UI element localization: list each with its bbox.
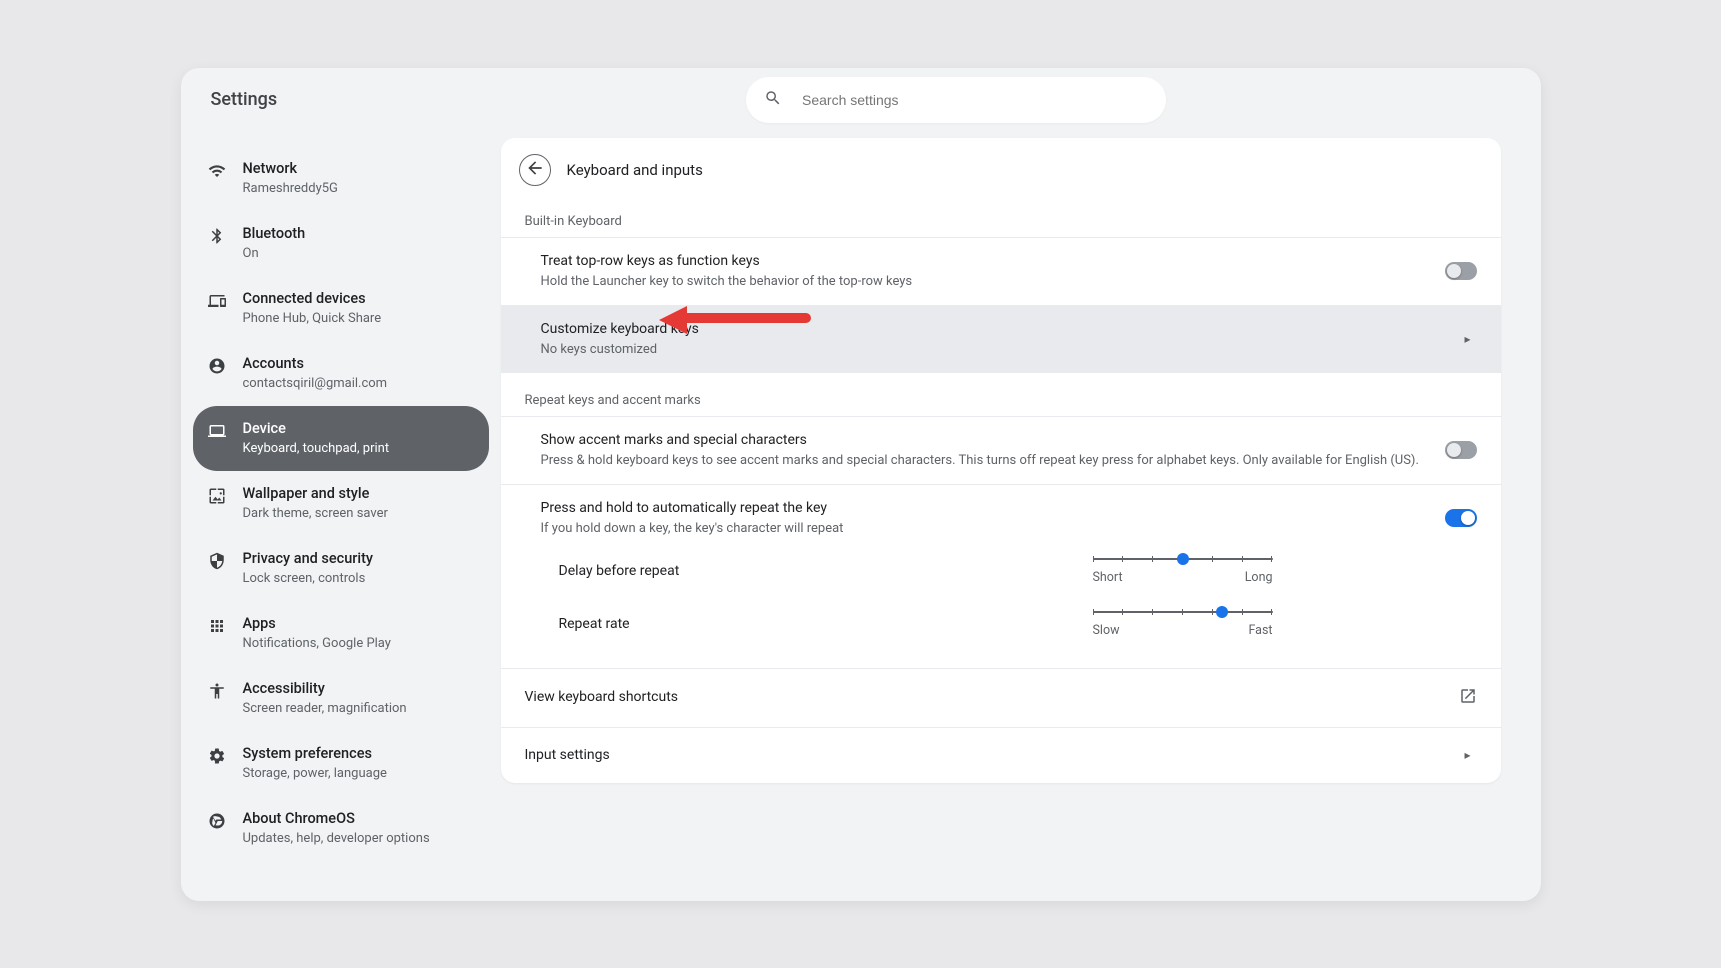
back-button[interactable] [519,154,551,186]
row-label: View keyboard shortcuts [525,688,1445,707]
sidebar-item-label: System preferences [243,744,387,764]
sidebar: NetworkRameshreddy5G BluetoothOn Connect… [181,132,501,871]
sidebar-item-sub: Phone Hub, Quick Share [243,310,382,328]
sidebar-item-accounts[interactable]: Accountscontactsqiril@gmail.com [193,341,489,406]
row-view-shortcuts[interactable]: View keyboard shortcuts [501,668,1501,727]
accessibility-icon [207,681,227,701]
bluetooth-icon [207,226,227,246]
slider-rate[interactable] [1093,611,1273,613]
row-sub: No keys customized [541,341,1445,359]
search-input[interactable] [802,92,1148,108]
row-customize-keys[interactable]: Customize keyboard keys No keys customiz… [501,305,1501,373]
row-label: Input settings [525,746,1445,765]
sidebar-item-label: Network [243,159,338,179]
sidebar-item-privacy[interactable]: Privacy and securityLock screen, control… [193,536,489,601]
row-input-settings[interactable]: Input settings ▸ [501,727,1501,783]
sidebar-item-label: Wallpaper and style [243,484,388,504]
sidebar-item-label: Bluetooth [243,224,306,244]
sidebar-item-connected-devices[interactable]: Connected devicesPhone Hub, Quick Share [193,276,489,341]
card-header: Keyboard and inputs [501,138,1501,204]
sidebar-item-sub: Updates, help, developer options [243,830,430,848]
slider-label: Repeat rate [559,616,1079,632]
row-top-keys: Treat top-row keys as function keys Hold… [501,237,1501,305]
shield-icon [207,551,227,571]
slider-max-label: Long [1245,570,1273,585]
sidebar-item-system[interactable]: System preferencesStorage, power, langua… [193,731,489,796]
sidebar-item-sub: Keyboard, touchpad, print [243,440,390,458]
row-repeat-rate: Repeat rate Slow Fast [501,605,1501,658]
sidebar-item-network[interactable]: NetworkRameshreddy5G [193,146,489,211]
row-sub: Press & hold keyboard keys to see accent… [541,452,1431,470]
arrow-back-icon [525,158,545,182]
sidebar-item-sub: Dark theme, screen saver [243,505,388,523]
sidebar-item-sub: Rameshreddy5G [243,180,338,198]
external-link-icon [1459,687,1477,709]
slider-min-label: Slow [1093,623,1120,638]
sidebar-item-sub: Lock screen, controls [243,570,374,588]
row-delay-before-repeat: Delay before repeat Short Long [501,552,1501,605]
search-box[interactable] [746,77,1166,123]
slider-min-label: Short [1093,570,1123,585]
gear-icon [207,746,227,766]
toggle-repeat[interactable] [1445,509,1477,527]
row-sub: If you hold down a key, the key's charac… [541,520,1431,538]
sidebar-item-label: Privacy and security [243,549,374,569]
row-auto-repeat: Press and hold to automatically repeat t… [501,484,1501,552]
sidebar-item-label: Accounts [243,354,388,374]
slider-delay[interactable] [1093,558,1273,560]
sidebar-item-sub: contactsqiril@gmail.com [243,375,388,393]
sidebar-item-label: Device [243,419,390,439]
section-builtin-keyboard: Built-in Keyboard Treat top-row keys as … [501,204,1501,383]
search-icon [764,89,802,111]
sidebar-item-sub: On [243,245,306,263]
chevron-right-icon: ▸ [1459,748,1477,762]
page-title: Keyboard and inputs [567,161,703,179]
section-title: Built-in Keyboard [501,204,1501,237]
sidebar-item-apps[interactable]: AppsNotifications, Google Play [193,601,489,666]
sidebar-item-about[interactable]: About ChromeOSUpdates, help, developer o… [193,796,489,861]
apps-icon [207,616,227,636]
row-sub: Hold the Launcher key to switch the beha… [541,273,1431,291]
slider-label: Delay before repeat [559,563,1079,579]
sidebar-item-wallpaper[interactable]: Wallpaper and styleDark theme, screen sa… [193,471,489,536]
sidebar-item-label: Apps [243,614,391,634]
row-label: Press and hold to automatically repeat t… [541,499,1431,518]
toggle-accent[interactable] [1445,441,1477,459]
row-label: Treat top-row keys as function keys [541,252,1431,271]
sidebar-item-sub: Notifications, Google Play [243,635,391,653]
row-label: Customize keyboard keys [541,320,1445,339]
sidebar-item-label: Connected devices [243,289,382,309]
sidebar-item-device[interactable]: DeviceKeyboard, touchpad, print [193,406,489,471]
account-icon [207,356,227,376]
laptop-icon [207,421,227,441]
row-accent-marks: Show accent marks and special characters… [501,416,1501,484]
chevron-right-icon: ▸ [1459,332,1477,346]
row-label: Show accent marks and special characters [541,431,1431,450]
sidebar-item-sub: Storage, power, language [243,765,387,783]
slider-max-label: Fast [1248,623,1272,638]
header-bar: Settings [181,68,1541,132]
toggle-top-keys[interactable] [1445,262,1477,280]
app-title: Settings [211,89,278,110]
devices-icon [207,291,227,311]
settings-window: Settings NetworkRameshreddy5G BluetoothO… [181,68,1541,901]
sidebar-item-bluetooth[interactable]: BluetoothOn [193,211,489,276]
sidebar-item-label: Accessibility [243,679,407,699]
section-repeat-keys: Repeat keys and accent marks Show accent… [501,383,1501,668]
section-title: Repeat keys and accent marks [501,383,1501,416]
settings-card: Keyboard and inputs Built-in Keyboard Tr… [501,138,1501,783]
sidebar-item-accessibility[interactable]: AccessibilityScreen reader, magnificatio… [193,666,489,731]
wallpaper-icon [207,486,227,506]
sidebar-item-label: About ChromeOS [243,809,430,829]
sidebar-item-sub: Screen reader, magnification [243,700,407,718]
wifi-icon [207,161,227,181]
chrome-icon [207,811,227,831]
